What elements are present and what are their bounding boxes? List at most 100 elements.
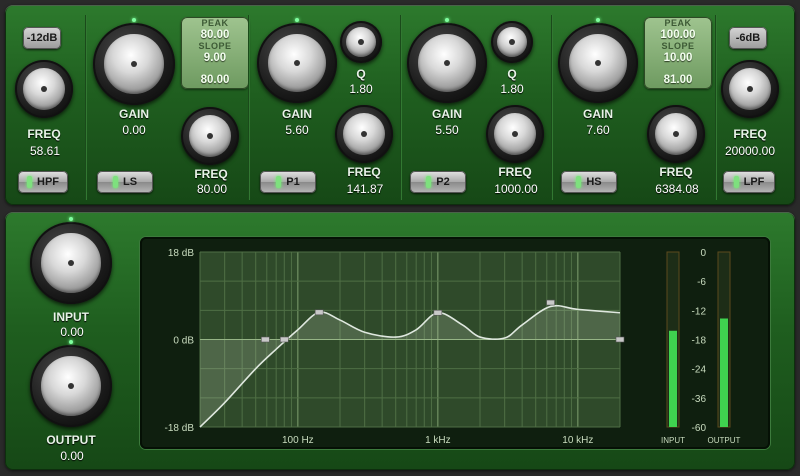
shape-slope-label: SLOPE	[198, 41, 232, 51]
meter-scale-label: -12	[692, 306, 707, 317]
led-indicator-icon	[112, 176, 118, 188]
led-indicator-icon	[733, 176, 739, 188]
divider	[551, 15, 553, 200]
output-label: OUTPUT	[46, 433, 96, 447]
shape-bottom-value: 80.00	[200, 74, 230, 86]
shape-peak-label: PEAK	[664, 18, 692, 28]
hs-gain-label: GAIN	[583, 107, 613, 121]
ls-freq-label: FREQ	[194, 167, 228, 181]
meter-scale-label: -24	[692, 365, 707, 376]
x-axis-tick-label: 10 kHz	[562, 435, 593, 446]
hs-toggle-button[interactable]: HS	[561, 171, 617, 193]
ls-shape-display: PEAK 80.00 SLOPE 9.00 80.00	[181, 17, 249, 89]
divider	[715, 15, 717, 200]
hs-shape-display: PEAK 100.00 SLOPE 10.00 81.00	[644, 17, 712, 89]
ls-freq-value: 80.00	[196, 182, 228, 196]
led-indicator-icon	[27, 176, 32, 188]
band-handle[interactable]	[314, 309, 324, 316]
eq-curve-chart[interactable]: 18 dB 0 dB -18 dB 100 Hz 1 kHz 10 kHz 0 -6 -12 -1…	[140, 237, 770, 449]
hs-freq-knob[interactable]	[647, 105, 705, 163]
hpf-freq-value: 58.61	[29, 144, 61, 158]
lpf-slope-button[interactable]: -6dB	[729, 27, 767, 49]
p1-freq-label: FREQ	[347, 165, 381, 179]
led-indicator-icon	[426, 176, 432, 188]
p1-q-value: 1.80	[349, 82, 373, 96]
shape-bottom-value: 81.00	[663, 74, 693, 86]
band-handle[interactable]	[279, 336, 289, 343]
led-icon	[69, 340, 73, 344]
p2-freq-value: 1000.00	[494, 182, 538, 196]
shape-mid-value: 9.00	[203, 52, 227, 64]
hpf-freq-label: FREQ	[27, 127, 61, 141]
ls-freq-knob[interactable]	[181, 107, 239, 165]
hpf-freq-knob[interactable]	[15, 60, 73, 118]
p2-q-knob[interactable]	[491, 21, 533, 63]
output-meter-level	[720, 318, 728, 427]
led-icon	[132, 18, 136, 22]
x-axis-tick-label: 100 Hz	[282, 435, 314, 446]
input-value: 0.00	[60, 325, 84, 339]
p1-freq-knob[interactable]	[335, 105, 393, 163]
meter-scale-label: -18	[692, 336, 707, 347]
knob-pointer-icon	[673, 131, 679, 137]
meter-output-label: OUTPUT	[708, 436, 741, 445]
input-meter-level	[669, 330, 677, 427]
hs-freq-value: 6384.08	[655, 182, 699, 196]
hs-button-label: HS	[586, 176, 602, 188]
hpf-button-label: HPF	[37, 176, 59, 188]
ls-button-label: LS	[122, 176, 138, 188]
band-handle[interactable]	[433, 309, 443, 316]
meter-scale-label: -36	[692, 394, 707, 405]
shape-top-value: 80.00	[200, 29, 230, 41]
input-gain-knob[interactable]	[30, 217, 112, 304]
lpf-freq-label: FREQ	[733, 127, 767, 141]
knob-pointer-icon	[747, 86, 753, 92]
led-indicator-icon	[276, 176, 282, 188]
p2-toggle-button[interactable]: P2	[410, 171, 466, 193]
hs-gain-knob[interactable]	[558, 18, 638, 103]
output-gain-knob[interactable]	[30, 340, 112, 427]
led-icon	[69, 217, 73, 221]
meter-input-label: INPUT	[661, 436, 685, 445]
divider	[85, 15, 87, 200]
hpf-toggle-button[interactable]: HPF	[18, 171, 68, 193]
meter-scale-label: 0	[700, 248, 706, 259]
ls-gain-value: 0.00	[122, 123, 146, 137]
lpf-freq-knob[interactable]	[721, 60, 779, 118]
y-axis-tick-label: -18 dB	[165, 423, 195, 434]
knob-pointer-icon	[68, 260, 74, 266]
p2-q-value: 1.80	[500, 82, 524, 96]
x-axis-tick-label: 1 kHz	[425, 435, 451, 446]
lpf-toggle-button[interactable]: LPF	[723, 171, 775, 193]
hs-gain-value: 7.60	[586, 123, 610, 137]
hpf-slope-button[interactable]: -12dB	[23, 27, 61, 49]
ls-toggle-button[interactable]: LS	[97, 171, 153, 193]
p1-button-label: P1	[286, 176, 300, 188]
shape-top-value: 100.00	[660, 29, 696, 41]
shape-slope-label: SLOPE	[661, 41, 695, 51]
knob-pointer-icon	[444, 60, 450, 66]
knob-pointer-icon	[41, 86, 47, 92]
band-handle[interactable]	[615, 336, 625, 343]
p2-freq-label: FREQ	[498, 165, 532, 179]
knob-pointer-icon	[294, 60, 300, 66]
led-icon	[445, 18, 449, 22]
hs-freq-label: FREQ	[659, 165, 693, 179]
p1-q-knob[interactable]	[340, 21, 382, 63]
p1-gain-label: GAIN	[282, 107, 312, 121]
led-icon	[596, 18, 600, 22]
meter-scale-label: -6	[697, 277, 706, 288]
ls-gain-knob[interactable]	[93, 18, 175, 105]
band-handle[interactable]	[546, 299, 555, 306]
eq-graph-display[interactable]: 18 dB 0 dB -18 dB 100 Hz 1 kHz 10 kHz 0 -6 -12 -1…	[140, 237, 770, 449]
p2-gain-value: 5.50	[435, 123, 459, 137]
p1-toggle-button[interactable]: P1	[260, 171, 316, 193]
led-icon	[295, 18, 299, 22]
p2-gain-label: GAIN	[432, 107, 462, 121]
p2-freq-knob[interactable]	[486, 105, 544, 163]
knob-pointer-icon	[512, 131, 518, 137]
p2-q-label: Q	[507, 67, 517, 81]
band-handle[interactable]	[261, 336, 270, 343]
p2-button-label: P2	[436, 176, 450, 188]
shape-peak-label: PEAK	[201, 18, 229, 28]
